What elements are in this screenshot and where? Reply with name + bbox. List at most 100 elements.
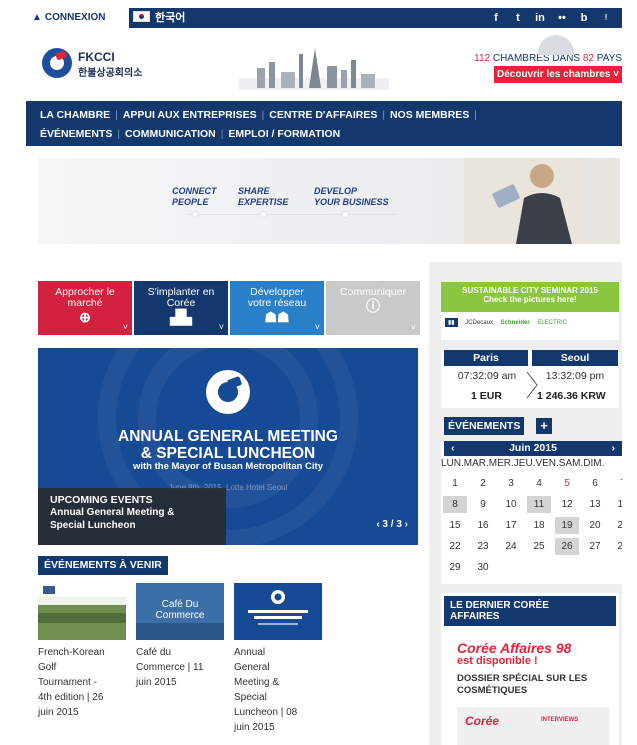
- banner-dot: [192, 211, 199, 218]
- fkcci-logo-icon: [206, 370, 250, 414]
- flickr-icon[interactable]: ••: [554, 10, 570, 26]
- calendar-day[interactable]: 4: [527, 475, 551, 492]
- calendar-day[interactable]: 29: [443, 559, 467, 576]
- calendar-day-event[interactable]: 26: [555, 538, 579, 555]
- event-item-agm[interactable]: Annual General Meeting & Special Luncheo…: [234, 645, 322, 735]
- sponsor-logo-electric: ELECTRIC: [537, 320, 567, 326]
- nav-item-nos-membres[interactable]: NOS MEMBRES: [390, 106, 469, 125]
- sponsor-logo-schneider: Schneider: [500, 320, 530, 326]
- calendar-day-event[interactable]: 19: [555, 517, 579, 534]
- event-slider[interactable]: ANNUAL GENERAL MEETING & SPECIAL LUNCHEO…: [38, 348, 418, 545]
- calendar-day[interactable]: 13: [583, 496, 607, 513]
- event-text-line: juin 2015: [136, 677, 177, 688]
- calendar-day[interactable]: 18: [527, 517, 551, 534]
- calendar-day[interactable]: 30: [471, 559, 495, 576]
- magazine-description-line: DOSSIER SPÉCIAL SUR LES: [457, 673, 588, 684]
- event-item-golf[interactable]: French-Korean Golf Tournament - 4th edit…: [38, 645, 126, 720]
- event-thumbnail-golf[interactable]: [38, 583, 126, 640]
- calendar-day[interactable]: 7: [611, 475, 622, 492]
- nav-item-la-chambre[interactable]: LA CHAMBRE: [40, 106, 110, 125]
- magazine-title[interactable]: Corée Affaires 98: [457, 640, 571, 656]
- top-bar: ▲ CONNEXION 한국어 f t in •• b ᵎ: [26, 8, 622, 28]
- calendar-next-button[interactable]: ›: [612, 441, 616, 456]
- calendar-day[interactable]: 12: [555, 496, 579, 513]
- countries-text: PAYS: [596, 53, 622, 64]
- calendar-day-event[interactable]: 8: [443, 496, 467, 513]
- fkcci-logo-icon[interactable]: [42, 48, 72, 78]
- events-calendar-label: ÉVÉNEMENTS: [444, 417, 525, 435]
- login-button[interactable]: ▲ CONNEXION: [26, 8, 129, 28]
- hero-banner[interactable]: CONNECT PEOPLE SHARE EXPERTISE DEVELOP YOUR…: [38, 158, 620, 244]
- calendar-day[interactable]: 9: [471, 496, 495, 513]
- event-thumbnail-cafe[interactable]: Café Du Commerce: [136, 583, 224, 640]
- event-item-cafe[interactable]: Café du Commerce | 11 juin 2015: [136, 645, 224, 690]
- twitter-icon[interactable]: t: [510, 10, 526, 26]
- calendar-day[interactable]: 16: [471, 517, 495, 534]
- calendar-day[interactable]: 15: [443, 517, 467, 534]
- svg-text:Commerce: Commerce: [156, 610, 205, 621]
- calendar-day[interactable]: 2: [471, 475, 495, 492]
- nav-item-centre-affaires[interactable]: CENTRE D'AFFAIRES: [269, 106, 377, 125]
- clock-city-seoul: Seoul: [532, 350, 618, 366]
- hero-title-line: ANNUAL GENERAL MEETING: [118, 428, 338, 445]
- clock-city-paris: Paris: [444, 350, 528, 366]
- calendar-day[interactable]: 17: [499, 517, 523, 534]
- nav-item-appui[interactable]: APPUI AUX ENTREPRISES: [123, 106, 257, 125]
- hero-subtitle: with the Mayor of Busan Metropolitan Cit…: [132, 461, 323, 472]
- calendar-day[interactable]: 28: [611, 538, 622, 555]
- calendar-day[interactable]: 6: [583, 475, 607, 492]
- chambers-count: 112 CHAMBRES DANS 82 PAYS: [462, 35, 622, 64]
- org-name[interactable]: FKCCI: [78, 51, 115, 63]
- slider-pager[interactable]: ‹ 3 / 3 ›: [376, 519, 408, 530]
- calendar-day-event[interactable]: 11: [527, 496, 551, 513]
- event-text-line: Special: [234, 692, 267, 703]
- calendar-day[interactable]: 14: [611, 496, 622, 513]
- tile-approcher-marche[interactable]: Approcher le marché ⊕ ˅: [38, 281, 132, 335]
- language-switch-korean[interactable]: 한국어: [133, 8, 185, 28]
- page: ▲ CONNEXION 한국어 f t in •• b ᵎ FKCCI 한불상공회의소 11…: [0, 0, 637, 745]
- calendar-day[interactable]: 24: [499, 538, 523, 555]
- event-thumbnail-agm[interactable]: [234, 583, 322, 640]
- event-text-line: General: [234, 662, 270, 673]
- calendar-day[interactable]: 20: [583, 517, 607, 534]
- magazine-cover-title: Corée: [465, 714, 500, 728]
- nav-item-emploi[interactable]: EMPLOI / FORMATION: [228, 125, 340, 144]
- calendar-day[interactable]: 27: [583, 538, 607, 555]
- exchange-rate-eur: 1 EUR: [471, 390, 502, 402]
- calendar-day[interactable]: 25: [527, 538, 551, 555]
- banner-text: DEVELOP: [314, 186, 358, 196]
- nav-item-evenements[interactable]: ÉVÉNEMENTS: [40, 125, 112, 144]
- banner-share-expertise: SHARE EXPERTISE: [238, 186, 288, 208]
- tile-communiquer[interactable]: Communiquer ⓘ ˅: [326, 281, 420, 335]
- chevron-down-icon: ˅: [218, 322, 224, 332]
- add-event-button[interactable]: +: [536, 418, 552, 434]
- banner-text: SHARE: [238, 186, 270, 196]
- latest-magazine[interactable]: LE DERNIER CORÉE AFFAIRES Corée Affaires…: [441, 593, 619, 745]
- tile-label: Communiquer: [340, 286, 406, 298]
- calendar-day[interactable]: 21: [611, 517, 622, 534]
- rss-icon[interactable]: ᵎ: [598, 10, 614, 26]
- calendar-day[interactable]: 3: [499, 475, 523, 492]
- tile-developper-reseau[interactable]: Développer votre réseau ☗☗ ˅: [230, 281, 324, 335]
- calendar-day[interactable]: 10: [499, 496, 523, 513]
- blog-icon[interactable]: b: [576, 10, 592, 26]
- info-icon: ⓘ: [366, 298, 380, 314]
- language-label: 한국어: [155, 12, 186, 24]
- linkedin-icon[interactable]: in: [532, 10, 548, 26]
- globe-icon: [538, 35, 574, 55]
- magazine-cover[interactable]: Corée INTERVIEWS: [457, 707, 609, 745]
- tile-implanter-coree[interactable]: S'implanter en Corée ▟▙ ˅: [134, 281, 228, 335]
- calendar-prev-button[interactable]: ‹: [451, 441, 455, 456]
- calendar-day[interactable]: 23: [471, 538, 495, 555]
- events-calendar: ‹ Juin 2015 › LUN.MAR.MER.JEU.VEN.SAM.DI…: [441, 441, 622, 584]
- calendar-day[interactable]: 1: [443, 475, 467, 492]
- sustainable-city-banner[interactable]: SUSTAINABLE CITY SEMINAR 2015 Check the …: [441, 282, 619, 340]
- businessman-illustration: [464, 158, 584, 244]
- calendar-day[interactable]: 22: [443, 538, 467, 555]
- calendar-day-highlighted[interactable]: 5: [555, 475, 579, 492]
- facebook-icon[interactable]: f: [488, 10, 504, 26]
- event-text-line: Café du: [136, 647, 172, 658]
- discover-chambers-button[interactable]: Découvrir les chambres ˅: [494, 66, 622, 83]
- nav-item-communication[interactable]: COMMUNICATION: [125, 125, 216, 144]
- upcoming-events-overlay[interactable]: UPCOMING EVENTS Annual General Meeting &…: [38, 488, 226, 545]
